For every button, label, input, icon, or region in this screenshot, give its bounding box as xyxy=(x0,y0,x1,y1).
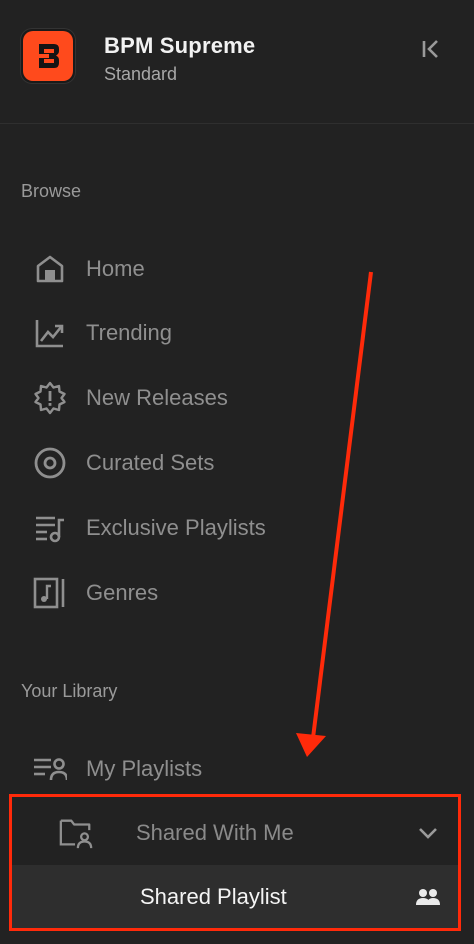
curated-sets-icon xyxy=(32,445,68,481)
app-name: BPM Supreme xyxy=(104,33,256,58)
plan-label: Standard xyxy=(104,64,178,84)
nav-label: New Releases xyxy=(86,385,228,410)
nav-label: Exclusive Playlists xyxy=(86,515,266,540)
nav-label: My Playlists xyxy=(86,756,203,781)
exclusive-playlists-icon xyxy=(32,510,68,546)
nav-item-trending[interactable]: Trending xyxy=(0,305,474,361)
nav-label: Home xyxy=(86,256,145,281)
nav-item-my-playlists[interactable]: My Playlists xyxy=(0,741,474,797)
collapse-sidebar-icon[interactable] xyxy=(418,36,444,62)
nav-label: Curated Sets xyxy=(86,450,215,475)
nav-label: Trending xyxy=(86,320,173,345)
bpm-logo-icon xyxy=(23,31,73,81)
new-releases-icon xyxy=(32,380,68,416)
nav-item-curated-sets[interactable]: Curated Sets xyxy=(0,435,474,491)
nav-label: Genres xyxy=(86,580,159,605)
nav-item-exclusive-playlists[interactable]: Exclusive Playlists xyxy=(0,500,474,556)
sidebar-header: BPM Supreme Standard xyxy=(0,0,474,124)
nav-item-new-releases[interactable]: New Releases xyxy=(0,370,474,426)
nav-item-home[interactable]: Home xyxy=(0,241,474,297)
my-playlists-icon xyxy=(32,751,68,787)
nav-item-genres[interactable]: Genres xyxy=(0,565,474,621)
section-label-browse: Browse xyxy=(21,181,82,201)
annotation-highlight-box xyxy=(9,794,461,931)
app-logo[interactable] xyxy=(20,28,76,84)
home-icon xyxy=(32,251,68,287)
section-label-library: Your Library xyxy=(21,681,118,701)
genres-icon xyxy=(32,575,68,611)
trending-icon xyxy=(32,315,68,351)
